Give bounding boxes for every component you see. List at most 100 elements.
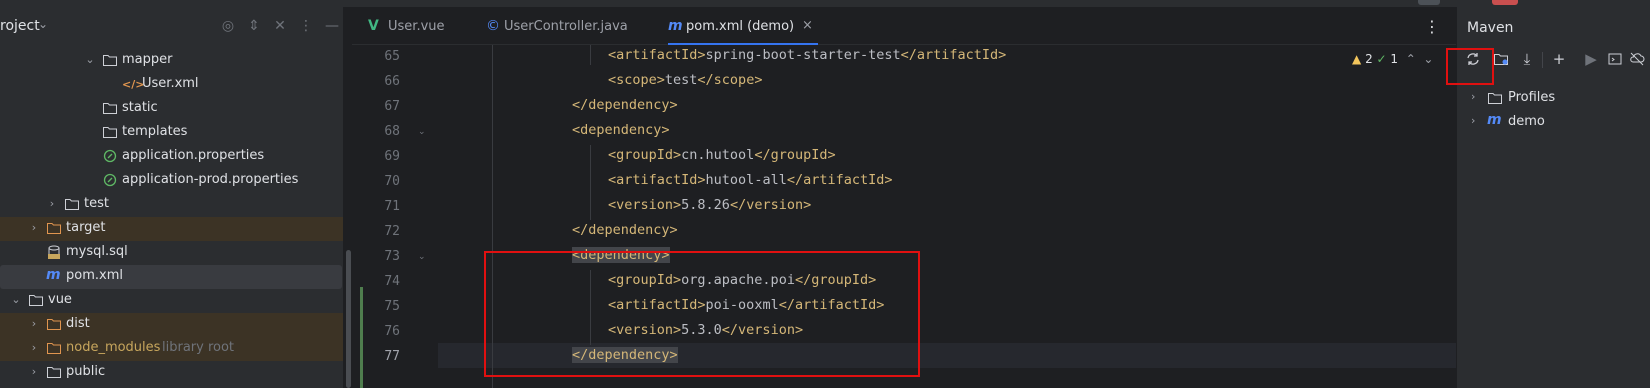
chevron-right-icon[interactable]: › (1471, 90, 1475, 103)
tree-item-user-xml[interactable]: </> User.xml (0, 73, 343, 97)
line-number: 69 (384, 149, 400, 164)
folder-icon (102, 100, 118, 116)
folder-icon (64, 196, 80, 212)
sql-file-icon (46, 244, 62, 260)
line-number: 74 (384, 274, 400, 289)
tree-item-target[interactable]: › target (0, 217, 343, 241)
close-icon[interactable]: × (802, 18, 813, 33)
chevron-down-icon[interactable]: ⌄ (10, 293, 22, 306)
ok-count: 1 (1390, 52, 1399, 66)
tree-item-vue[interactable]: ⌄ vue (0, 289, 343, 313)
collapse-all-icon[interactable]: ✕ (272, 18, 288, 34)
maven-tree-profiles[interactable]: › Profiles (1457, 87, 1650, 111)
tree-item-mapper[interactable]: ⌄ mapper (0, 49, 343, 73)
chevron-down-icon[interactable]: ⌄ (1423, 52, 1433, 66)
maven-icon: m (668, 18, 683, 34)
tab-label: User.vue (388, 19, 445, 34)
tree-item-dist[interactable]: › dist (0, 313, 343, 337)
tree-item-public[interactable]: › public (0, 361, 343, 385)
tree-item-pom-xml[interactable]: m pom.xml (0, 265, 342, 289)
download-icon[interactable]: ⤓ (1516, 48, 1538, 70)
folder-icon (102, 124, 118, 140)
project-scrollbar[interactable] (346, 250, 351, 388)
line-number: 73 (384, 249, 400, 264)
spring-properties-icon (102, 148, 118, 164)
chevron-down-icon[interactable]: ⌄ (84, 53, 96, 66)
class-icon: © (486, 18, 500, 34)
hide-icon[interactable]: — (324, 18, 340, 34)
tree-item-label: dist (66, 316, 90, 331)
highlight-box-reload (1446, 48, 1494, 85)
inspection-widget[interactable]: ▲ 2 ✓ 1 ⌃ ⌄ (1352, 52, 1433, 72)
tree-item-test[interactable]: › test (0, 193, 343, 217)
project-panel: roject ⌄ ◎ ⇕ ✕ ⋮ — ⌄ mapper </> User.xml… (0, 7, 344, 388)
tab-pom-xml[interactable]: m pom.xml (demo) × (668, 7, 818, 45)
vue-icon: V (368, 18, 379, 34)
options-icon[interactable]: ⋮ (298, 18, 314, 34)
chevron-up-icon[interactable]: ⌃ (1402, 52, 1420, 66)
expand-all-icon[interactable]: ⇕ (246, 18, 262, 34)
chevron-right-icon[interactable]: › (28, 365, 40, 378)
more-icon[interactable]: ⋮ (1424, 17, 1440, 36)
tree-item-label: vue (48, 292, 72, 307)
folder-icon (46, 364, 62, 380)
fold-icon[interactable]: ⌄ (418, 127, 426, 137)
chevron-right-icon[interactable]: › (28, 317, 40, 330)
spring-properties-icon (102, 172, 118, 188)
tree-item-label: target (66, 220, 106, 235)
title-bar-control[interactable] (1492, 0, 1518, 5)
code-line: <groupId>cn.hutool</groupId> (608, 147, 836, 163)
tree-item-application-prod-properties[interactable]: application-prod.properties (0, 169, 343, 193)
terminal-icon[interactable] (1604, 48, 1626, 70)
tree-item-static[interactable]: static (0, 97, 343, 121)
folder-icon (102, 52, 118, 68)
tree-item-templates[interactable]: templates (0, 121, 343, 145)
toolbar-separator (1542, 52, 1543, 68)
title-bar (0, 0, 1650, 7)
library-root-hint: library root (162, 340, 235, 355)
chevron-right-icon[interactable]: › (28, 221, 40, 234)
warning-icon: ▲ (1352, 52, 1362, 66)
tree-item-label: mysql.sql (66, 244, 128, 259)
tree-item-node-modules[interactable]: › node_modules library root (0, 337, 343, 361)
tree-item-label: test (84, 196, 109, 211)
tree-item-label: application-prod.properties (122, 172, 299, 187)
title-bar-control[interactable] (1418, 0, 1440, 5)
chevron-right-icon[interactable]: › (1471, 114, 1475, 127)
code-line: <version>5.8.26</version> (608, 197, 812, 213)
line-number: 70 (384, 174, 400, 189)
locate-icon[interactable]: ◎ (220, 18, 236, 34)
code-line: <artifactId>hutool-all</artifactId> (608, 172, 893, 188)
folder-excluded-icon (46, 340, 62, 356)
tab-label: pom.xml (demo) (686, 19, 795, 34)
code-line: </dependency> (572, 222, 678, 238)
line-number: 75 (384, 299, 400, 314)
tab-user-controller[interactable]: © UserController.java (486, 7, 646, 45)
maven-icon: m (1487, 112, 1502, 128)
tree-item-label: application.properties (122, 148, 265, 163)
tree-item-mysql-sql[interactable]: mysql.sql (0, 241, 343, 265)
project-panel-title[interactable]: roject (0, 18, 40, 34)
indent-guide (590, 45, 591, 65)
tree-item-label: User.xml (142, 76, 199, 91)
tree-item-application-properties[interactable]: application.properties (0, 145, 343, 169)
tree-item-label: templates (122, 124, 188, 139)
line-number: 65 (384, 49, 400, 64)
plus-icon[interactable]: + (1548, 48, 1570, 70)
chevron-down-icon[interactable]: ⌄ (38, 17, 48, 31)
tab-user-vue[interactable]: V User.vue (368, 7, 478, 45)
chevron-right-icon[interactable]: › (46, 197, 58, 210)
maven-tree-demo[interactable]: › m demo (1457, 111, 1650, 135)
chevron-right-icon[interactable]: › (28, 341, 40, 354)
editor-gutter: 65 66 67 68 ⌄ 69 70 71 72 73 ⌄ 74 75 76 … (352, 45, 438, 388)
fold-icon[interactable]: ⌄ (418, 252, 426, 262)
highlight-box-dependency (484, 251, 920, 377)
folder-icon (1487, 90, 1503, 106)
line-number: 67 (384, 99, 400, 114)
maven-icon: m (46, 267, 61, 283)
line-number: 68 (384, 124, 400, 139)
run-icon[interactable]: ▶ (1580, 48, 1602, 70)
code-line: <dependency> (572, 122, 670, 138)
offline-icon[interactable] (1626, 48, 1648, 70)
code-line: </dependency> (572, 97, 678, 113)
